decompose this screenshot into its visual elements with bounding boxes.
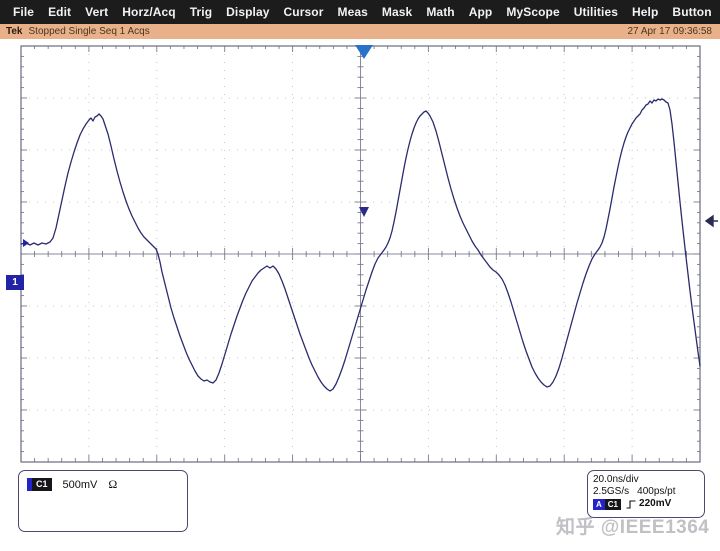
tek-brand-logo: Tek xyxy=(6,26,23,37)
channel1-badge[interactable]: C1 xyxy=(27,478,52,491)
channel1-coupling-impedance[interactable]: Ω xyxy=(108,477,117,492)
menu-item-myscope[interactable]: MyScope xyxy=(499,0,566,24)
menu-item-trig[interactable]: Trig xyxy=(183,0,219,24)
waveform-plot-area[interactable]: 1 xyxy=(0,39,720,465)
acquisition-status-text: Stopped Single Seq 1 Acqs xyxy=(28,26,150,37)
menu-item-vert[interactable]: Vert xyxy=(78,0,115,24)
trigger-position-marker[interactable] xyxy=(355,45,373,59)
menu-item-button[interactable]: Button xyxy=(665,0,718,24)
time-per-division[interactable]: 20.0ns/div xyxy=(593,474,639,486)
menu-item-meas[interactable]: Meas xyxy=(330,0,374,24)
trigger-a-label: A xyxy=(593,498,605,510)
sample-rate: 2.5GS/s xyxy=(593,486,630,497)
menu-item-cursor[interactable]: Cursor xyxy=(277,0,331,24)
menu-item-math[interactable]: Math xyxy=(419,0,461,24)
menu-bar: File Edit Vert Horz/Acq Trig Display Cursor Mea… xyxy=(0,0,720,24)
oscilloscope-screen: File Edit Vert Horz/Acq Trig Display Cursor Mea… xyxy=(0,0,720,551)
channel1-ground-marker[interactable]: 1 xyxy=(6,275,24,290)
rising-edge-icon xyxy=(626,499,636,509)
menu-item-help[interactable]: Help xyxy=(625,0,665,24)
channel1-readout-row: C1 500mV Ω xyxy=(27,477,179,492)
graticule-and-trace xyxy=(20,45,718,463)
trigger-source-badge[interactable]: A C1 xyxy=(593,498,622,510)
record-resolution: 400ps/pt xyxy=(637,486,676,497)
channel1-ground-arrow-icon xyxy=(23,239,29,247)
trigger-line: A C1 220mV xyxy=(593,498,699,510)
menu-item-utilities[interactable]: Utilities xyxy=(567,0,625,24)
status-bar-left: Tek Stopped Single Seq 1 Acqs xyxy=(6,26,150,37)
status-bar: Tek Stopped Single Seq 1 Acqs 27 Apr 17 … xyxy=(0,24,720,39)
trigger-channel-label: C1 xyxy=(604,498,622,510)
menu-item-edit[interactable]: Edit xyxy=(41,0,78,24)
trigger-level-arrow-icon[interactable] xyxy=(704,214,718,228)
menu-item-horz-acq[interactable]: Horz/Acq xyxy=(115,0,182,24)
menu-item-app[interactable]: App xyxy=(462,0,500,24)
channel1-vertical-scale[interactable]: 500mV xyxy=(63,479,98,491)
timebase-readout-box[interactable]: 20.0ns/div 2.5GS/s 400ps/pt A C1 220mV xyxy=(587,470,705,518)
trigger-level-value[interactable]: 220mV xyxy=(639,498,671,510)
menu-item-mask[interactable]: Mask xyxy=(375,0,419,24)
timebase-scale-line: 20.0ns/div xyxy=(593,474,699,486)
channel1-label: C1 xyxy=(32,478,52,491)
menu-item-file[interactable]: File xyxy=(6,0,41,24)
overlay-markers xyxy=(23,45,718,247)
sample-rate-line: 2.5GS/s 400ps/pt xyxy=(593,486,699,498)
status-timestamp: 27 Apr 17 09:36:58 xyxy=(627,26,712,37)
menu-item-display[interactable]: Display xyxy=(219,0,276,24)
channel1-readout-box[interactable]: C1 500mV Ω xyxy=(18,470,188,532)
